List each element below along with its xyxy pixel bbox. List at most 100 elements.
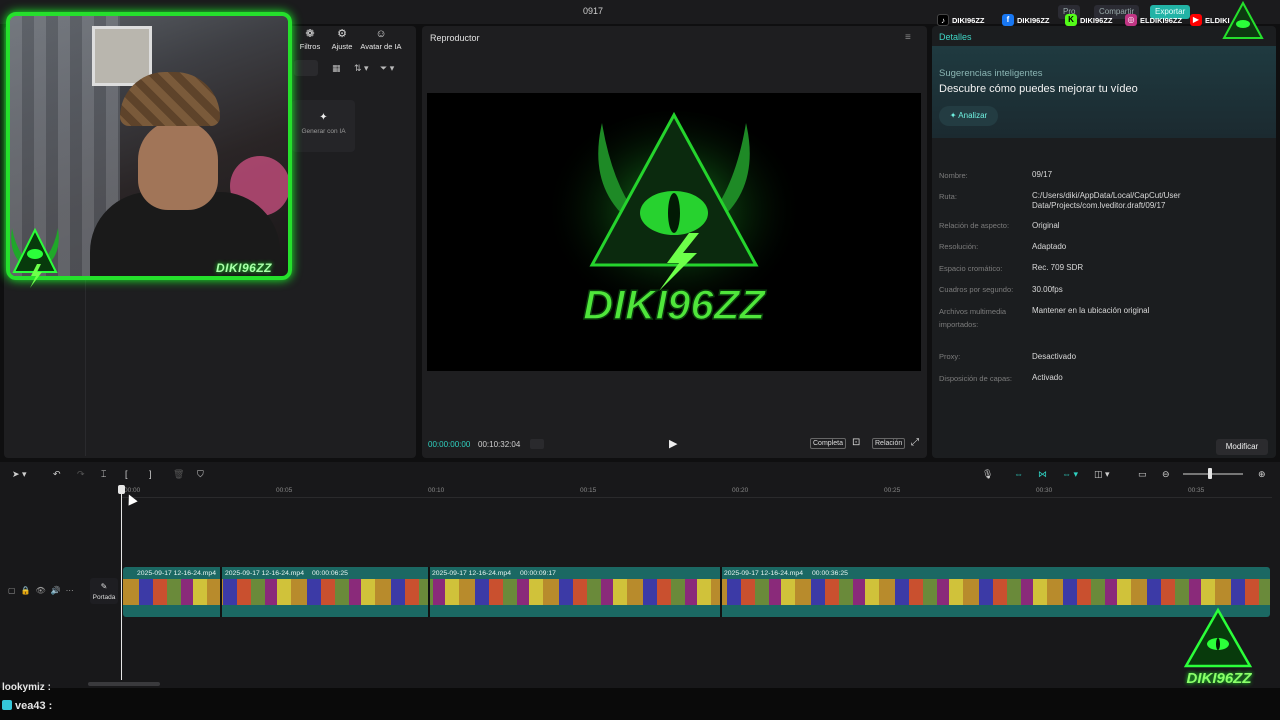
- detail-value-fps: 30.00fps: [1032, 285, 1063, 294]
- ruler-tick: 00:30: [1036, 487, 1053, 494]
- chat-message: lookymiz :: [2, 682, 51, 693]
- suggestions-title: Sugerencias inteligentes: [939, 68, 1043, 79]
- full-button[interactable]: Completa: [810, 438, 846, 449]
- generate-ai-card[interactable]: ✦ Generar con IA: [292, 100, 355, 152]
- select-tool-icon[interactable]: ➤ ▾: [12, 469, 27, 480]
- pencil-icon: ✎: [100, 582, 108, 591]
- webcam-streamer-name: DIKI96ZZ: [216, 261, 273, 275]
- kick-icon: K: [1065, 14, 1077, 26]
- detail-label-aspect: Relación de aspecto:: [939, 221, 1010, 230]
- ratio-button[interactable]: Relación: [872, 438, 906, 449]
- snapshot-icon[interactable]: ⊡: [852, 437, 860, 448]
- shield-icon[interactable]: ⛉: [197, 469, 204, 480]
- tool-adjust-label: Ajuste: [331, 42, 353, 51]
- clip-name[interactable]: 2025-09-17 12-16-24.mp4: [137, 570, 216, 577]
- tool-ai-avatar[interactable]: ☺ Avatar de IA: [358, 28, 404, 51]
- track-controls[interactable]: ▢🔒👁🔊⋯: [8, 586, 79, 595]
- clip-name[interactable]: 2025-09-17 12-16-24.mp4: [225, 570, 304, 577]
- timeline-scrollbar[interactable]: [88, 682, 160, 686]
- clip-separator: [720, 567, 722, 617]
- tool-filters-label: Filtros: [299, 42, 321, 51]
- delete-icon[interactable]: 🗑: [173, 469, 184, 480]
- filter-icon[interactable]: ⏷ ▾: [380, 63, 394, 74]
- ruler-tick: 00:05: [276, 487, 293, 494]
- clip-duration: 00:00:06:25: [312, 570, 348, 577]
- trim-left-icon[interactable]: [: [125, 469, 128, 479]
- analyze-label: Analizar: [958, 111, 988, 120]
- ruler-tick: 00:20: [732, 487, 749, 494]
- chat-user: vea43 :: [15, 700, 53, 712]
- track-thumbnails: [123, 579, 1270, 605]
- detail-label-proxy: Proxy:: [939, 352, 961, 361]
- timecode-toggle[interactable]: [530, 439, 544, 449]
- playhead-handle[interactable]: [118, 485, 125, 494]
- detail-label-media: Archivos multimedia importados:: [939, 307, 1007, 329]
- tool-adjust[interactable]: ⚙ Ajuste: [322, 28, 362, 51]
- social-tiktok-handle: DIKI96ZZ: [952, 15, 985, 25]
- webcam-person-face: [138, 120, 218, 210]
- sparkle-icon: ✦: [319, 112, 328, 123]
- brand-corner-top-logo: [1222, 0, 1264, 39]
- brand-corner-name: DIKI96ZZ: [1186, 670, 1252, 687]
- undo-icon[interactable]: ↶: [53, 469, 61, 480]
- clip-name[interactable]: 2025-09-17 12-16-24.mp4: [432, 570, 511, 577]
- tiktok-icon: ♪: [937, 14, 949, 26]
- time-current: 00:00:00:00: [428, 440, 471, 449]
- social-kick: K DIKI96ZZ: [1065, 11, 1113, 29]
- social-kick-handle: DIKI96ZZ: [1080, 15, 1113, 25]
- redo-icon[interactable]: ↷: [77, 469, 85, 480]
- chain-icon[interactable]: ⇔ ▾: [1062, 469, 1078, 480]
- video-preview[interactable]: DIKI96ZZ: [427, 93, 921, 371]
- microphone-icon[interactable]: 🎙: [982, 469, 993, 480]
- detail-label-colorspace: Espacio cromático:: [939, 264, 1003, 273]
- detail-value-name: 09/17: [1032, 170, 1053, 179]
- grid-view-icon[interactable]: ▦: [332, 63, 341, 74]
- instagram-icon: ◎: [1125, 14, 1137, 26]
- avatar-icon: ☺: [375, 28, 387, 40]
- chat-message: vea43 :: [2, 700, 52, 712]
- detail-value-colorspace: Rec. 709 SDR: [1032, 263, 1084, 272]
- trim-right-icon[interactable]: ]: [149, 469, 152, 479]
- webcam-logo-icon: [11, 227, 59, 288]
- search-input[interactable]: [294, 60, 318, 76]
- zoom-out-icon[interactable]: ⊖: [1162, 469, 1170, 480]
- detail-label-fps: Cuadros por segundo:: [939, 285, 1014, 294]
- cover-label: Portada: [92, 594, 116, 601]
- sort-icon[interactable]: ⇅ ▾: [354, 63, 369, 74]
- clip-duration: 00:00:36:25: [812, 570, 848, 577]
- time-total: 00:10:32:04: [478, 440, 521, 449]
- preview-axis-icon[interactable]: ◫ ▾: [1094, 469, 1110, 480]
- zoom-slider[interactable]: [1183, 473, 1243, 475]
- clip-separator: [220, 567, 222, 617]
- detail-label-name: Nombre:: [939, 171, 968, 180]
- detail-label-resolution: Resolución:: [939, 242, 979, 251]
- link-icon[interactable]: ⇔: [1014, 469, 1023, 479]
- facebook-icon: f: [1002, 14, 1014, 26]
- modify-button[interactable]: Modificar: [1216, 439, 1268, 455]
- social-tiktok: ♪ DIKI96ZZ: [937, 11, 985, 29]
- playhead[interactable]: [121, 487, 122, 680]
- detail-label-path: Ruta:: [939, 192, 957, 201]
- brand-text: DIKI96ZZ: [583, 281, 766, 328]
- tab-details[interactable]: Detalles: [939, 32, 972, 42]
- magnet-icon[interactable]: ⋈: [1038, 469, 1047, 480]
- zoom-in-icon[interactable]: ⊕: [1258, 469, 1266, 480]
- tool-ai-avatar-label: Avatar de IA: [360, 42, 402, 51]
- ruler-tick: 00:35: [1188, 487, 1205, 494]
- captions-icon[interactable]: ▭: [1138, 469, 1147, 480]
- analyze-button[interactable]: ✦ Analizar: [939, 106, 998, 126]
- clip-name[interactable]: 2025-09-17 12-16-24.mp4: [724, 570, 803, 577]
- generate-ai-label: Generar con IA: [301, 128, 346, 135]
- play-button[interactable]: ▶: [669, 437, 677, 450]
- time-ruler[interactable]: [122, 497, 1272, 498]
- social-facebook-handle: DIKI96ZZ: [1017, 15, 1050, 25]
- detail-value-proxy: Desactivado: [1032, 352, 1077, 361]
- player-title: Reproductor: [430, 33, 480, 43]
- menu-icon[interactable]: ≡: [905, 32, 911, 43]
- zoom-slider-handle[interactable]: [1208, 468, 1212, 479]
- split-icon[interactable]: ⌶: [101, 469, 106, 480]
- social-instagram-handle: ELDIKI96ZZ: [1140, 15, 1183, 25]
- chat-badge-icon: [2, 700, 12, 710]
- fullscreen-icon[interactable]: ⤢: [911, 437, 919, 448]
- detail-value-layers: Activado: [1032, 373, 1063, 382]
